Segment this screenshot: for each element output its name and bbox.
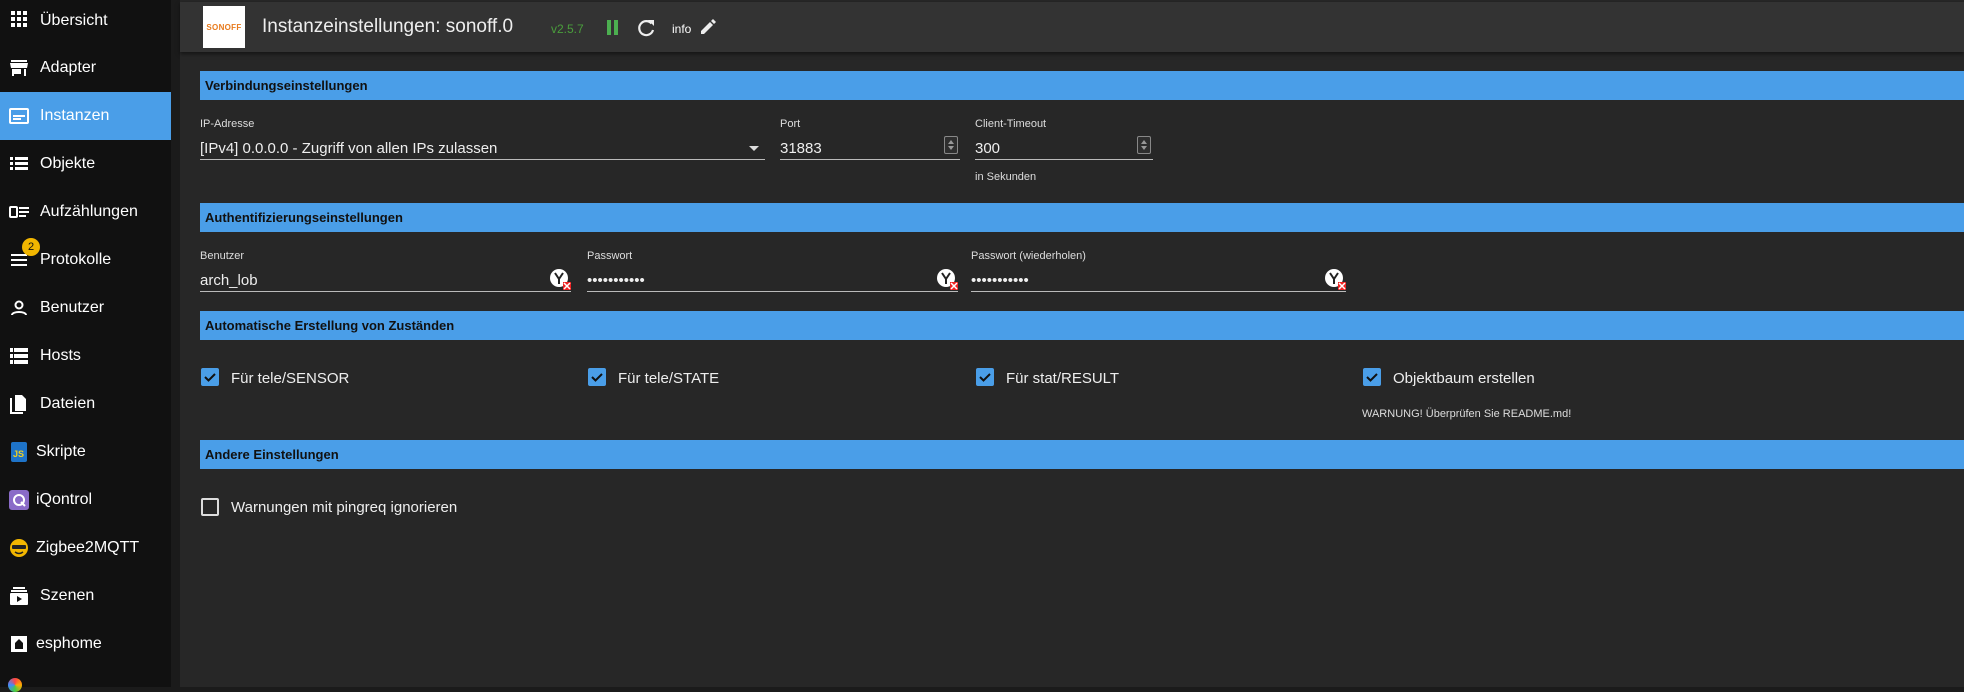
- timeout-helper-text: in Sekunden: [975, 171, 1037, 183]
- sidebar-item-scenes[interactable]: Szenen: [0, 572, 171, 620]
- iqontrol-icon: [8, 489, 30, 511]
- section-auto-states: Automatische Erstellung von Zuständen: [200, 311, 1964, 340]
- sidebar-item-label: Szenen: [40, 587, 95, 604]
- check-icon: [979, 373, 991, 382]
- store-icon: [8, 57, 30, 79]
- version-label: v2.5.7: [551, 22, 584, 36]
- tele-state-label[interactable]: Für tele/STATE: [618, 370, 719, 387]
- sidebar-item-esphome[interactable]: esphome: [0, 620, 171, 668]
- user-icon: [8, 297, 30, 319]
- header-bar: SONOFF Instanzeinstellungen: sonoff.0 v2…: [180, 2, 1964, 52]
- log-count-badge: 2: [22, 238, 40, 256]
- instances-icon: [8, 105, 30, 127]
- clear-user-icon[interactable]: [549, 268, 571, 290]
- sidebar-item-zigbee2mqtt[interactable]: Zigbee2MQTT: [0, 524, 171, 572]
- pause-icon[interactable]: [605, 20, 619, 36]
- section-auth: Authentifizierungseinstellungen: [200, 203, 1964, 232]
- main-content: SONOFF Instanzeinstellungen: sonoff.0 v2…: [180, 0, 1964, 687]
- clear-password-icon[interactable]: [936, 268, 958, 290]
- readme-warning: WARNUNG! Überprüfen Sie README.md!: [1362, 408, 1572, 420]
- chevron-down-icon: [749, 146, 759, 151]
- client-timeout-input[interactable]: 300: [975, 136, 1153, 160]
- port-input[interactable]: 31883: [780, 136, 960, 160]
- timeout-spinner-icon[interactable]: [1137, 136, 1151, 154]
- password-repeat-input[interactable]: •••••••••••: [971, 268, 1346, 292]
- esphome-icon: [8, 633, 30, 655]
- files-icon: [8, 393, 30, 415]
- client-timeout-label: Client-Timeout: [975, 118, 1047, 130]
- object-tree-checkbox[interactable]: [1363, 368, 1381, 386]
- sidebar-item-label: Instanzen: [40, 107, 110, 124]
- scenes-icon: [8, 585, 30, 607]
- sidebar-item-label: Dateien: [40, 395, 96, 412]
- check-icon: [591, 373, 603, 382]
- sidebar-item-hosts[interactable]: Hosts: [0, 332, 171, 380]
- sidebar-item-files[interactable]: Dateien: [0, 380, 171, 428]
- sidebar-item-instances[interactable]: Instanzen: [0, 92, 171, 140]
- edit-icon[interactable]: [699, 18, 717, 36]
- check-icon: [204, 373, 216, 382]
- partial-sidebar-icon: [8, 678, 22, 692]
- object-tree-label[interactable]: Objektbaum erstellen: [1393, 370, 1535, 387]
- list-icon: [8, 153, 30, 175]
- port-spinner-icon[interactable]: [944, 136, 958, 154]
- sidebar-item-label: Objekte: [40, 155, 96, 172]
- tele-sensor-label[interactable]: Für tele/SENSOR: [231, 370, 349, 387]
- ignore-pingreq-label[interactable]: Warnungen mit pingreq ignorieren: [231, 499, 457, 516]
- stat-result-label[interactable]: Für stat/RESULT: [1006, 370, 1119, 387]
- sidebar-item-label: esphome: [36, 635, 102, 652]
- check-icon: [1366, 373, 1378, 382]
- sonoff-logo: SONOFF: [203, 6, 245, 48]
- stat-result-checkbox[interactable]: [976, 368, 994, 386]
- tele-sensor-checkbox[interactable]: [201, 368, 219, 386]
- sidebar-item-logs[interactable]: 2 Protokolle: [0, 236, 171, 284]
- password-input[interactable]: •••••••••••: [587, 268, 958, 292]
- sidebar-item-label: Benutzer: [40, 299, 105, 316]
- ip-address-label: IP-Adresse: [200, 118, 255, 130]
- refresh-icon[interactable]: [636, 18, 656, 38]
- sidebar-item-label: Hosts: [40, 347, 81, 364]
- sidebar-item-label: Aufzählungen: [40, 203, 138, 220]
- sidebar-item-label: Zigbee2MQTT: [36, 539, 140, 556]
- grid-icon: [8, 8, 30, 30]
- zigbee-icon: [8, 537, 30, 559]
- tele-state-checkbox[interactable]: [588, 368, 606, 386]
- sidebar-item-label: Protokolle: [40, 251, 112, 268]
- sidebar-item-label: iQontrol: [36, 491, 93, 508]
- enum-icon: [8, 201, 30, 223]
- sidebar-item-label: Übersicht: [40, 12, 108, 29]
- page-title: Instanzeinstellungen: sonoff.0: [262, 16, 514, 37]
- password-repeat-label: Passwort (wiederholen): [971, 250, 1086, 262]
- sidebar-item-scripts[interactable]: JS Skripte: [0, 428, 171, 476]
- section-other: Andere Einstellungen: [200, 440, 1964, 469]
- sidebar: Übersicht Adapter Instanzen Objekte Aufz…: [0, 0, 171, 692]
- user-input[interactable]: arch_lob: [200, 268, 571, 292]
- sidebar-item-iqontrol[interactable]: iQontrol: [0, 476, 171, 524]
- sidebar-item-enums[interactable]: Aufzählungen: [0, 188, 171, 236]
- clear-password-repeat-icon[interactable]: [1324, 268, 1346, 290]
- info-label[interactable]: info: [672, 22, 691, 36]
- sidebar-item-objects[interactable]: Objekte: [0, 140, 171, 188]
- sidebar-item-overview[interactable]: Übersicht: [0, 0, 171, 42]
- ignore-pingreq-checkbox[interactable]: [201, 498, 219, 516]
- svg-text:JS: JS: [13, 449, 24, 459]
- ip-address-select[interactable]: [IPv4] 0.0.0.0 - Zugriff von allen IPs z…: [200, 136, 765, 160]
- sidebar-item-label: Skripte: [36, 443, 86, 460]
- user-label: Benutzer: [200, 250, 245, 262]
- password-label: Passwort: [587, 250, 633, 262]
- js-icon: JS: [8, 441, 30, 463]
- section-connection: Verbindungseinstellungen: [200, 71, 1964, 100]
- sidebar-item-adapter[interactable]: Adapter: [0, 44, 171, 92]
- sidebar-item-label: Adapter: [40, 59, 97, 76]
- port-label: Port: [780, 118, 801, 130]
- sidebar-item-users[interactable]: Benutzer: [0, 284, 171, 332]
- hosts-icon: [8, 345, 30, 367]
